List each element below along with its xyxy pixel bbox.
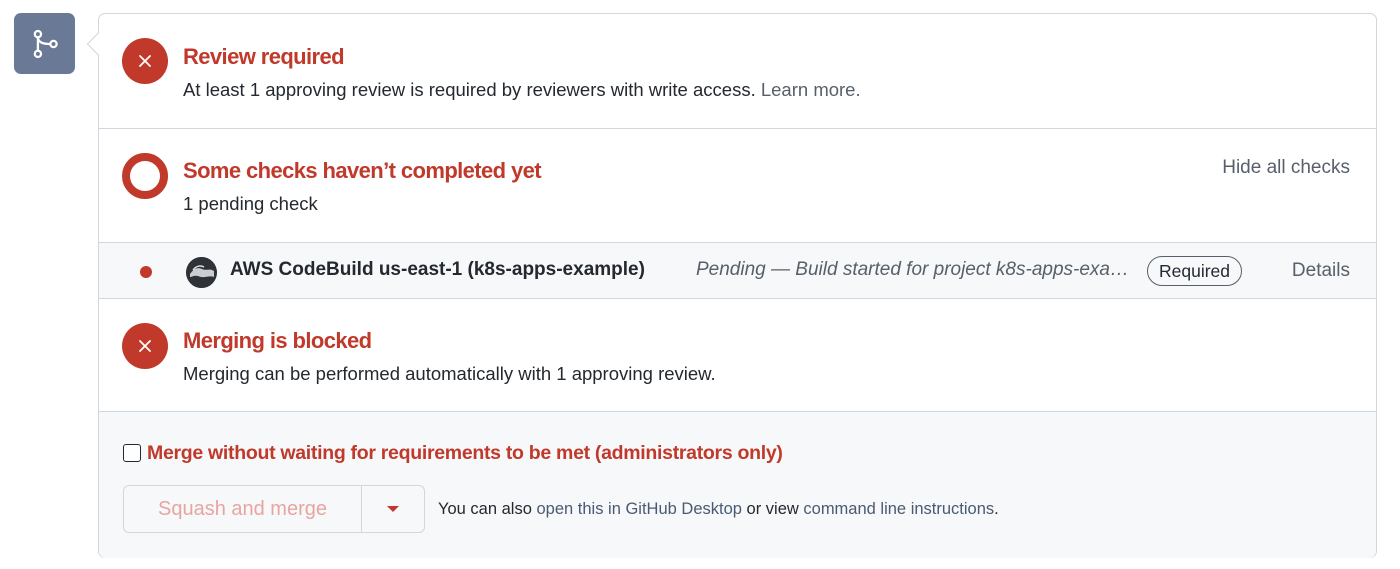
checks-title: Some checks haven’t completed yet xyxy=(183,158,542,183)
git-merge-icon xyxy=(14,13,75,74)
pending-ring-icon xyxy=(122,153,168,199)
check-status: Pending — Build started for project k8s-… xyxy=(696,259,1141,280)
review-description-text: At least 1 approving review is required … xyxy=(183,79,756,100)
check-row: AWS CodeBuild us-east-1 (k8s-apps-exampl… xyxy=(99,242,1376,299)
period-text: . xyxy=(994,500,999,518)
merging-blocked-description: Merging can be performed automatically w… xyxy=(183,363,716,384)
alternate-merge-options: You can also open this in GitHub Desktop… xyxy=(438,500,999,519)
merging-blocked-section: Merging is blocked Merging can be perfor… xyxy=(99,299,1376,412)
admin-override-checkbox[interactable] xyxy=(123,444,141,462)
check-details-link[interactable]: Details xyxy=(1292,260,1350,282)
x-circle-icon xyxy=(122,323,168,369)
aws-codebuild-avatar xyxy=(186,257,217,288)
hide-all-checks-link[interactable]: Hide all checks xyxy=(1222,157,1350,179)
merge-button-group: Squash and merge xyxy=(123,485,425,533)
admin-override-label[interactable]: Merge without waiting for requirements t… xyxy=(147,442,783,465)
caret-down-icon xyxy=(387,506,399,512)
command-line-instructions-link[interactable]: command line instructions xyxy=(803,500,994,518)
review-required-title: Review required xyxy=(183,44,345,69)
pending-dot-icon xyxy=(140,266,152,278)
merging-blocked-title: Merging is blocked xyxy=(183,328,372,353)
checks-subtitle: 1 pending check xyxy=(183,193,318,214)
review-required-section: Review required At least 1 approving rev… xyxy=(99,14,1376,129)
merge-status-panel: Review required At least 1 approving rev… xyxy=(86,13,1377,558)
merge-method-dropdown-button[interactable] xyxy=(362,485,425,533)
checks-section: Some checks haven’t completed yet 1 pend… xyxy=(99,129,1376,242)
required-badge: Required xyxy=(1147,256,1243,286)
squash-and-merge-button[interactable]: Squash and merge xyxy=(123,485,362,533)
review-required-description: At least 1 approving review is required … xyxy=(183,79,861,101)
check-name: AWS CodeBuild us-east-1 (k8s-apps-exampl… xyxy=(230,259,645,280)
learn-more-link[interactable]: Learn more. xyxy=(761,79,861,100)
github-desktop-link[interactable]: open this in GitHub Desktop xyxy=(536,500,741,518)
merge-controls-section: Merge without waiting for requirements t… xyxy=(99,412,1376,558)
also-prefix-text: You can also xyxy=(438,500,532,518)
x-circle-icon xyxy=(122,38,168,84)
or-view-text: or view xyxy=(746,500,799,518)
